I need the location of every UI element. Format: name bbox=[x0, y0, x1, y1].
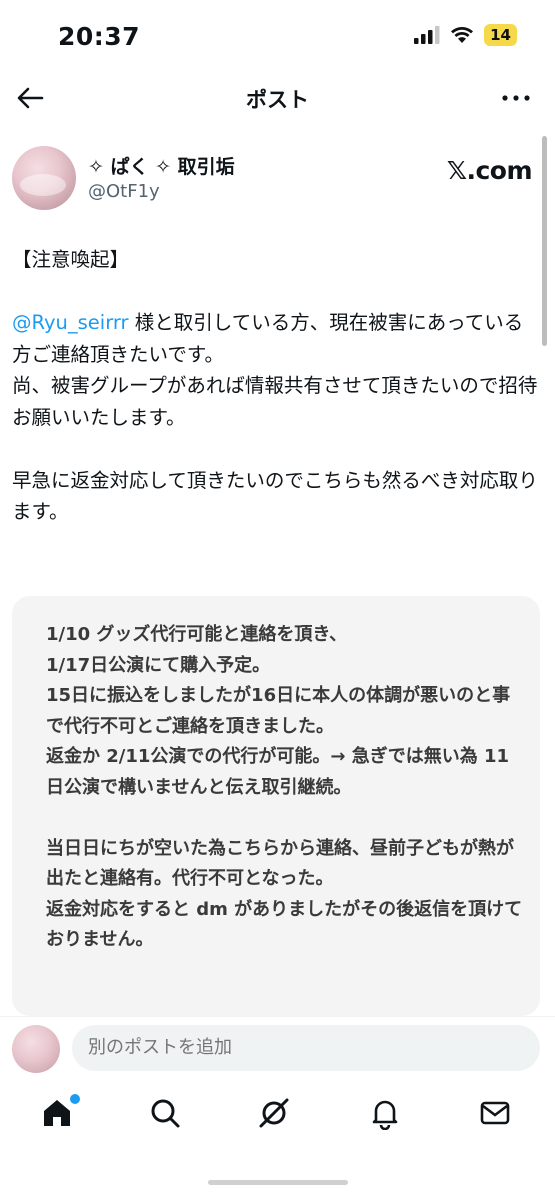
grok-icon bbox=[259, 1098, 289, 1128]
x-logo: 𝕏.com bbox=[446, 156, 533, 185]
mention-link[interactable]: @Ryu_seirrr bbox=[12, 311, 129, 334]
reply-input[interactable] bbox=[72, 1025, 540, 1071]
tab-notifications[interactable] bbox=[368, 1096, 408, 1136]
nav-header: ポスト bbox=[0, 72, 555, 126]
wifi-icon bbox=[451, 27, 474, 43]
home-icon bbox=[44, 1100, 70, 1126]
status-icons: 14 bbox=[414, 24, 517, 46]
tab-grok[interactable] bbox=[257, 1096, 297, 1136]
tab-messages[interactable] bbox=[478, 1096, 518, 1136]
author-handle[interactable]: @OtF1y bbox=[88, 181, 160, 202]
image-text: 1/10 グッズ代行可能と連絡を頂き、 1/17日公演にて購入予定。 15日に振… bbox=[46, 624, 523, 950]
post-image[interactable]: 1/10 グッズ代行可能と連絡を頂き、 1/17日公演にて購入予定。 15日に振… bbox=[12, 596, 540, 1016]
home-indicator bbox=[207, 1180, 348, 1185]
status-time: 20:37 bbox=[58, 22, 141, 51]
avatar[interactable] bbox=[12, 146, 76, 210]
page-title: ポスト bbox=[246, 88, 309, 112]
author-name[interactable]: ✧ ぱく ✧ 取引垢 bbox=[88, 152, 235, 179]
signal-icon bbox=[414, 26, 440, 44]
tab-search[interactable] bbox=[148, 1096, 188, 1136]
post-author: ✧ ぱく ✧ 取引垢 @OtF1y 𝕏.com bbox=[12, 146, 533, 216]
tab-home[interactable] bbox=[40, 1094, 80, 1136]
reply-bar bbox=[0, 1016, 555, 1081]
bell-icon bbox=[372, 1100, 398, 1131]
post-text: 【注意喚起】 @Ryu_seirrr 様と取引している方、現在被害にあっている方… bbox=[12, 244, 540, 528]
scrollbar[interactable] bbox=[542, 136, 547, 346]
post-body: 様と取引している方、現在被害にあっている方ご連絡頂きたいです。 尚、被害グループ… bbox=[12, 311, 538, 523]
mail-icon bbox=[480, 1101, 510, 1125]
search-icon bbox=[151, 1099, 180, 1128]
status-bar: 20:37 14 bbox=[0, 0, 555, 72]
more-button[interactable] bbox=[499, 86, 533, 110]
notification-dot bbox=[70, 1094, 80, 1104]
post-heading: 【注意喚起】 bbox=[12, 248, 130, 271]
battery-indicator: 14 bbox=[484, 24, 517, 46]
tab-bar bbox=[0, 1084, 555, 1156]
reply-avatar bbox=[12, 1025, 60, 1073]
more-icon bbox=[502, 95, 530, 101]
